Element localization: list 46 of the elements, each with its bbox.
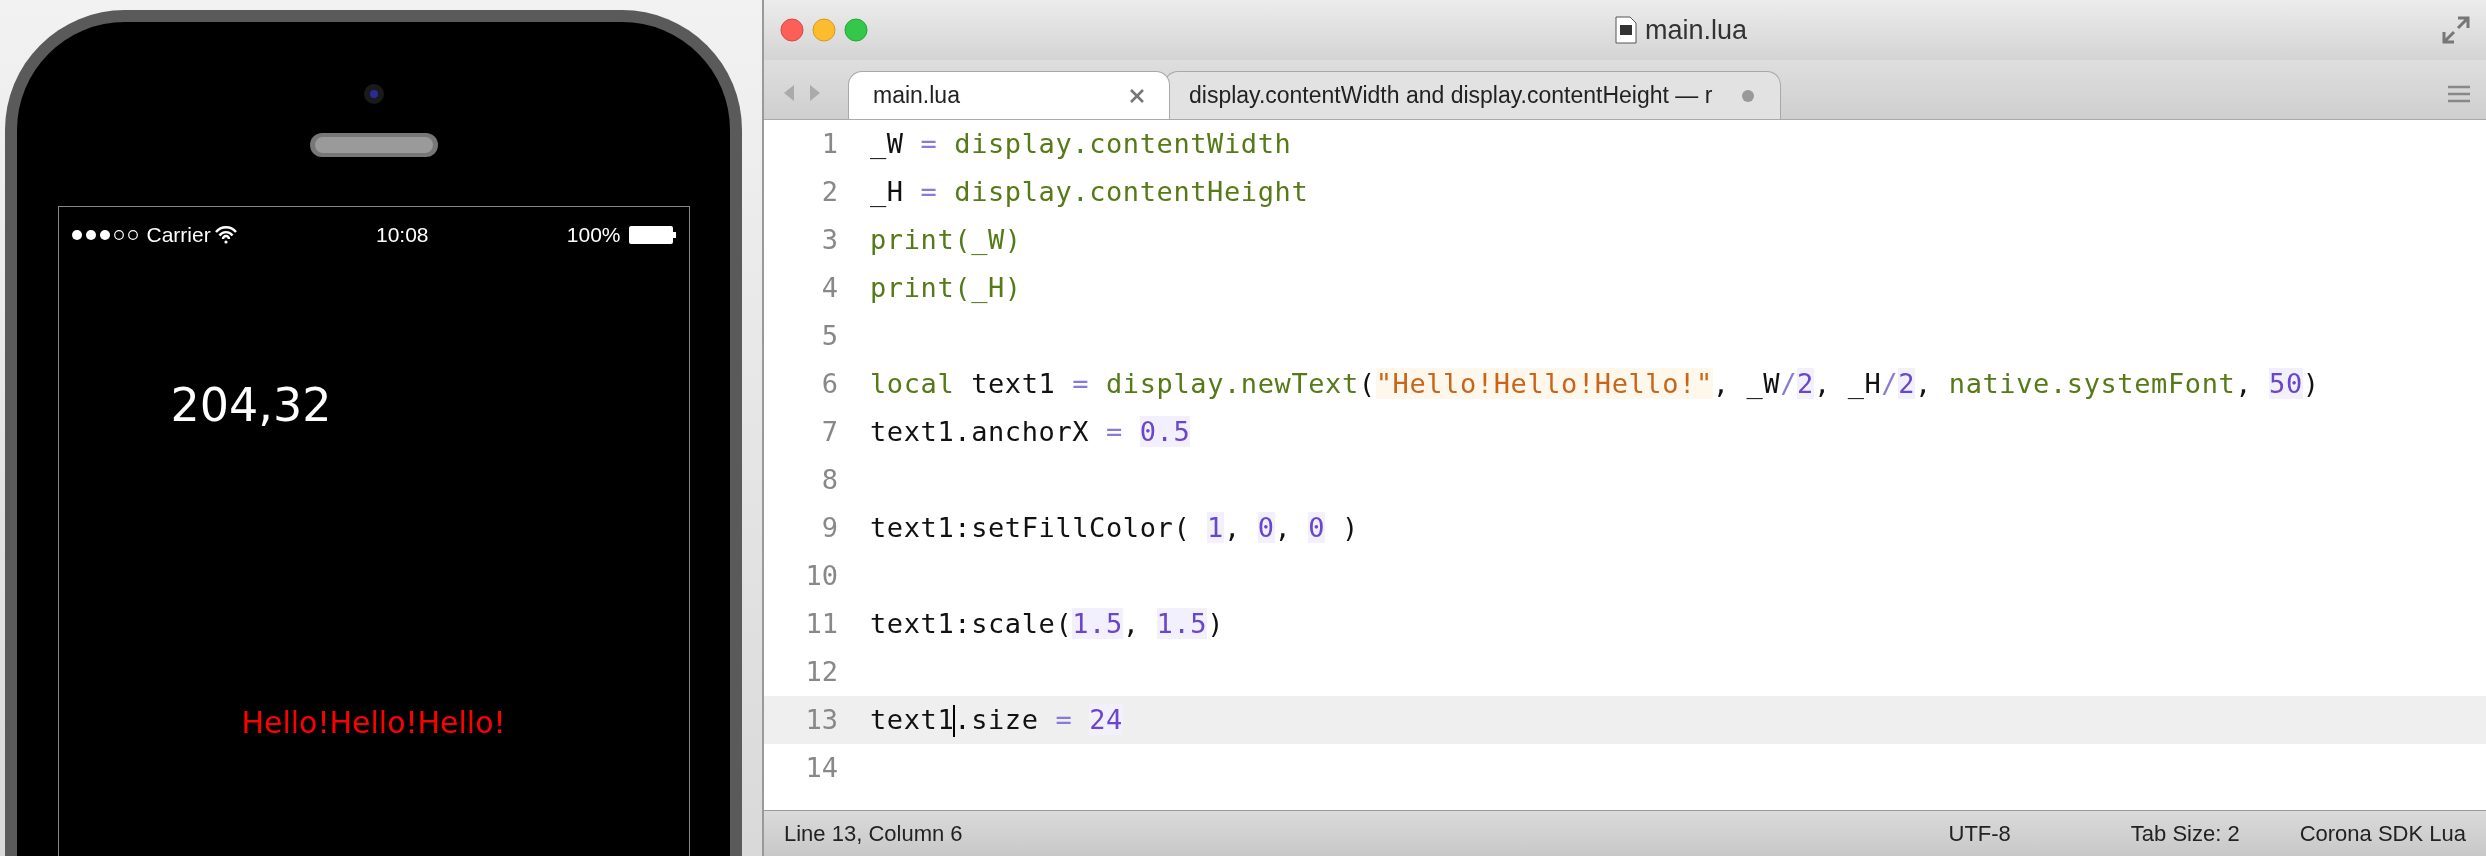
syntax-label[interactable]: Corona SDK Lua — [2299, 817, 2466, 850]
line-number: 10 — [804, 558, 838, 593]
editor-tab[interactable]: main.lua — [848, 71, 1170, 119]
code-line[interactable]: text1:setFillColor( 1, 0, 0 ) — [838, 507, 1359, 549]
close-icon[interactable] — [780, 18, 804, 42]
code-line[interactable]: local text1 = display.newText("Hello!Hello!Hello!", _W/2, _H/2, native.systemFont, 50) — [838, 363, 2320, 405]
line-number: 2 — [820, 174, 838, 209]
encoding-label[interactable]: UTF-8 — [1948, 817, 2011, 850]
line-number: 12 — [804, 654, 838, 689]
speaker-grille-icon — [308, 132, 439, 158]
battery-icon — [628, 225, 677, 245]
code-line[interactable]: text1:scale(1.5, 1.5) — [838, 603, 1224, 645]
line-number: 5 — [820, 318, 838, 353]
battery-percentage: 100% — [566, 222, 621, 249]
code-line[interactable]: print(_H) — [838, 267, 1022, 309]
close-icon[interactable] — [1129, 87, 1145, 104]
display-text: Hello!Hello!Hello! — [241, 704, 506, 742]
line-number: 6 — [820, 366, 838, 401]
readout-text: 204,32 — [170, 377, 332, 434]
clock-label: 10:08 — [375, 222, 429, 249]
tab-size-label[interactable]: Tab Size: 2 — [2130, 817, 2240, 850]
line-number: 14 — [804, 750, 838, 785]
unsaved-dot-icon[interactable] — [1740, 87, 1757, 104]
carrier-label: Carrier — [146, 222, 211, 249]
line-number: 3 — [820, 222, 838, 257]
code-line[interactable]: print(_W) — [838, 219, 1022, 261]
cursor-position: Line 13, Column 6 — [784, 820, 963, 848]
code-line[interactable]: text1.size = 24 — [838, 699, 1123, 741]
line-number: 13 — [804, 702, 838, 737]
line-number: 4 — [820, 270, 838, 305]
wifi-icon — [213, 225, 238, 245]
code-line[interactable]: _H = display.contentHeight — [838, 171, 1309, 213]
window-title: main.lua — [1644, 13, 1748, 47]
zoom-icon[interactable] — [844, 18, 868, 42]
fullscreen-icon[interactable] — [2442, 16, 2470, 44]
menu-icon[interactable] — [2448, 85, 2470, 103]
line-number: 11 — [804, 606, 838, 641]
camera-icon — [363, 84, 384, 104]
code-line[interactable]: text1.anchorX = 0.5 — [838, 411, 1191, 453]
file-icon — [1614, 16, 1637, 44]
minimize-icon[interactable] — [812, 18, 836, 42]
line-number: 8 — [820, 462, 838, 497]
code-line[interactable]: _W = display.contentWidth — [838, 123, 1292, 165]
line-number: 1 — [820, 126, 838, 161]
line-number: 9 — [820, 510, 838, 545]
line-number: 7 — [820, 414, 838, 449]
